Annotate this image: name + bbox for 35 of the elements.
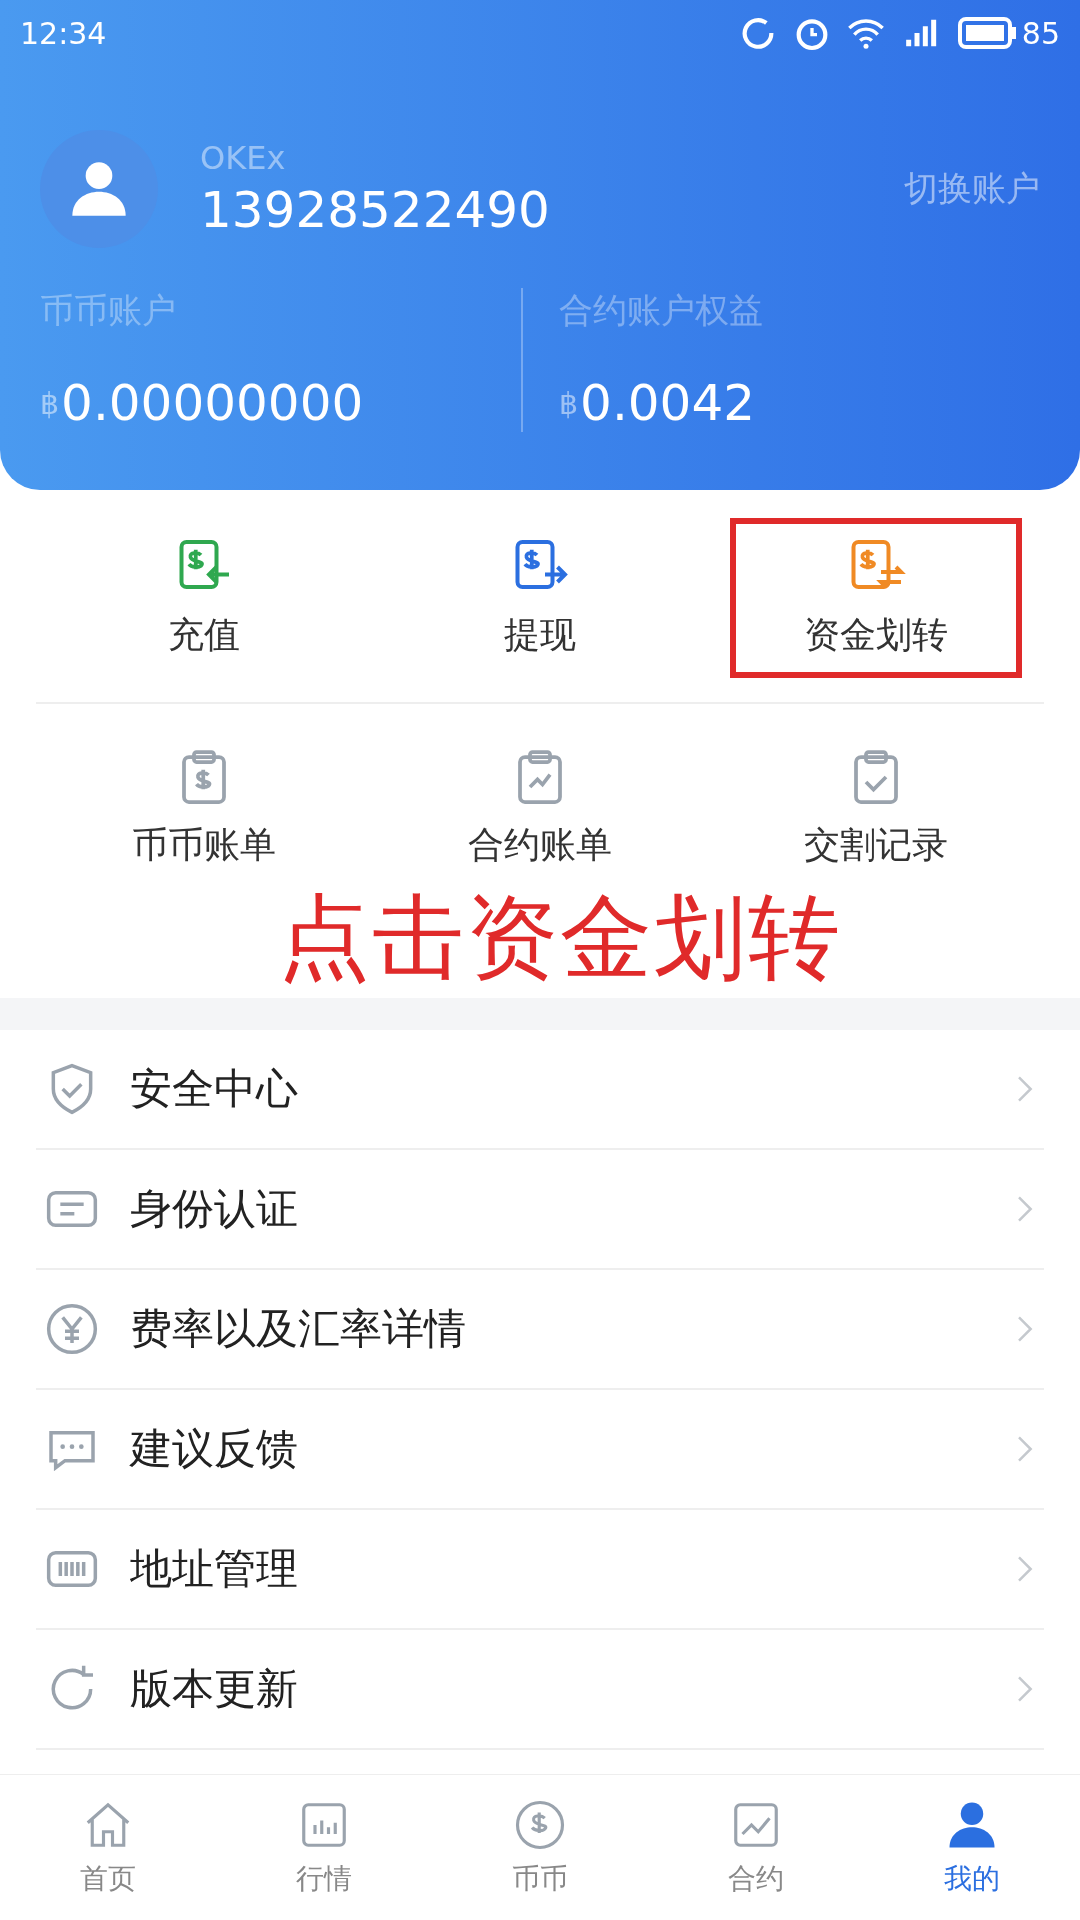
menu-item[interactable]: 建议反馈 bbox=[36, 1390, 1044, 1510]
action-button[interactable]: 合约账单 bbox=[412, 728, 668, 888]
balance-label: 合约账户权益 bbox=[559, 289, 764, 332]
menu-label: 地址管理 bbox=[130, 1543, 299, 1595]
annotation-text: 点击资金划转 bbox=[278, 892, 842, 984]
yen-icon bbox=[44, 1301, 100, 1357]
status-time: 12:34 bbox=[20, 15, 107, 51]
highlighted-action-button[interactable]: 资金划转 bbox=[730, 518, 1022, 678]
nav-tab[interactable]: 行情 bbox=[216, 1775, 432, 1920]
menu-item[interactable]: 地址管理 bbox=[36, 1510, 1044, 1630]
nav-tab[interactable]: 币币 bbox=[432, 1775, 648, 1920]
nav-tab[interactable]: 我的 bbox=[864, 1775, 1080, 1920]
menu-item[interactable]: 身份认证 bbox=[36, 1150, 1044, 1270]
currency-symbol: ฿ bbox=[40, 385, 60, 421]
balance-amount: 0.00000000 bbox=[61, 374, 364, 432]
exchange-name: OKEx bbox=[200, 139, 287, 177]
menu-label: 费率以及汇率详情 bbox=[130, 1303, 467, 1355]
action-button[interactable]: 交割记录 bbox=[748, 728, 1004, 888]
battery-percent: 85 bbox=[1021, 15, 1060, 51]
phone-number: 13928522490 bbox=[200, 181, 551, 239]
action-button[interactable]: 充值 bbox=[76, 518, 332, 678]
menu-item[interactable]: 版本更新 bbox=[36, 1630, 1044, 1750]
nav-tab[interactable]: 合约 bbox=[648, 1775, 864, 1920]
menu-label: 身份认证 bbox=[130, 1183, 299, 1235]
action-button[interactable]: 提现 bbox=[412, 518, 668, 678]
menu-item[interactable]: 费率以及汇率详情 bbox=[36, 1270, 1044, 1390]
currency-symbol: ฿ bbox=[559, 385, 579, 421]
menu-label: 安全中心 bbox=[130, 1063, 299, 1115]
menu-item[interactable]: 安全中心 bbox=[36, 1030, 1044, 1150]
menu-label: 版本更新 bbox=[130, 1663, 299, 1715]
balance-amount: 0.0042 bbox=[580, 374, 756, 432]
menu-label: 建议反馈 bbox=[130, 1423, 299, 1475]
nav-tab[interactable]: 首页 bbox=[0, 1775, 216, 1920]
action-button[interactable]: 币币账单 bbox=[76, 728, 332, 888]
battery-icon bbox=[957, 16, 1018, 50]
